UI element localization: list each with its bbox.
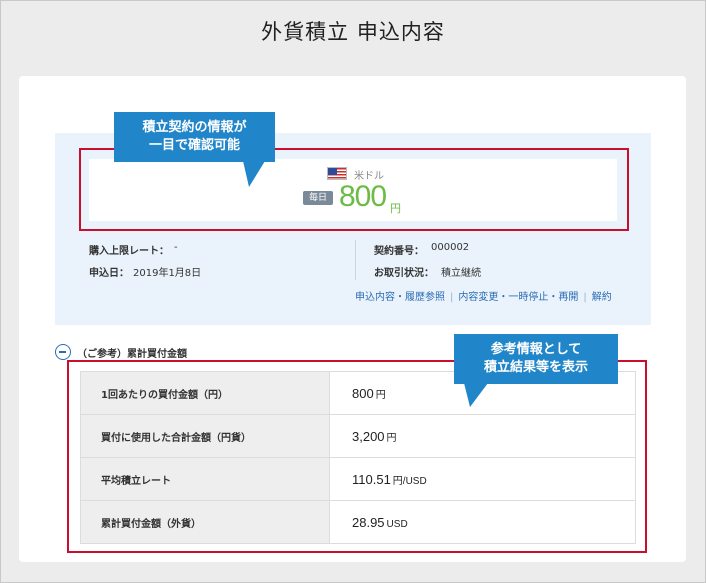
callout-line: 積立契約の情報が: [142, 120, 247, 135]
info-divider: [355, 240, 356, 280]
row-value: 3,200: [352, 428, 385, 444]
reference-table: 1回あたりの買付金額（円） 800 円 買付に使用した合計金額（円貨） 3,200…: [80, 371, 636, 544]
table-row: 平均積立レート 110.51 円/USD: [80, 457, 636, 501]
reference-section-header[interactable]: （ご参考）累計買付金額: [55, 343, 187, 361]
page-title: 外貨積立 申込内容: [261, 20, 445, 44]
us-flag-icon: [327, 167, 347, 180]
upper-rate-value: -: [174, 242, 178, 253]
status-value: 積立継続: [441, 268, 481, 279]
callout-line: 参考情報として: [490, 342, 582, 357]
link-separator: |: [450, 292, 454, 303]
row-value: 800: [352, 385, 374, 401]
callout-tail: [243, 161, 265, 187]
row-label: 1回あたりの買付金額（円）: [80, 371, 330, 415]
row-unit: 円: [375, 389, 386, 401]
reference-title: （ご参考）累計買付金額: [77, 348, 187, 360]
contract-no-value: 000002: [431, 242, 470, 253]
upper-rate-label: 購入上限レート：: [89, 246, 169, 257]
callout-contract-info: 積立契約の情報が 一目で確認可能: [114, 112, 275, 162]
status-label: お取引状況：: [374, 268, 434, 279]
row-value: 110.51: [352, 471, 391, 487]
callout-tail: [464, 383, 488, 407]
frequency-badge: 毎日: [303, 191, 333, 205]
amount-unit: 円: [390, 202, 401, 215]
row-unit: 円/USD: [392, 475, 427, 487]
cancel-link[interactable]: 解約: [592, 292, 612, 303]
link-separator: |: [583, 292, 587, 303]
apply-date-value: 2019年1月8日: [133, 268, 202, 279]
callout-line: 一目で確認可能: [148, 138, 240, 153]
row-label: 平均積立レート: [80, 457, 330, 501]
change-link[interactable]: 内容変更・一時停止・再開: [458, 292, 578, 303]
row-label: 累計買付金額（外貨）: [80, 500, 330, 544]
row-unit: 円: [386, 432, 397, 444]
row-value: 28.95: [352, 514, 385, 530]
collapse-icon[interactable]: [55, 344, 71, 360]
action-links: 申込内容・履歴参照 | 内容変更・一時停止・再開 | 解約: [355, 288, 612, 303]
callout-line: 積立結果等を表示: [483, 360, 588, 375]
row-unit: USD: [386, 518, 408, 530]
callout-results-info: 参考情報として 積立結果等を表示: [454, 334, 618, 384]
contract-no-label: 契約番号：: [374, 246, 424, 257]
history-link[interactable]: 申込内容・履歴参照: [355, 292, 445, 303]
table-row: 買付に使用した合計金額（円貨） 3,200 円: [80, 414, 636, 458]
row-label: 買付に使用した合計金額（円貨）: [80, 414, 330, 458]
table-row: 累計買付金額（外貨） 28.95 USD: [80, 500, 636, 544]
apply-date-label: 申込日：: [89, 268, 129, 279]
amount-value: 800: [339, 180, 387, 213]
